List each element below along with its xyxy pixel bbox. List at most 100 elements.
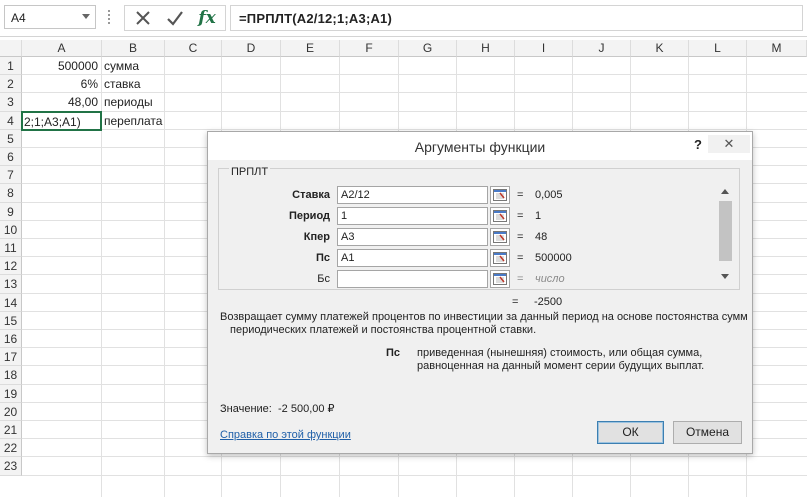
cell-a3[interactable]: 48,00	[22, 95, 98, 109]
help-link[interactable]: Справка по этой функции	[220, 429, 351, 442]
row-header[interactable]: 7	[0, 166, 22, 185]
scroll-down-icon[interactable]	[721, 274, 729, 279]
equals-sign: =	[517, 252, 524, 264]
row-header[interactable]: 8	[0, 184, 22, 203]
arg-label-period: Период	[288, 210, 330, 222]
arguments-group: ПРПЛТ Ставка A2/12 = 0,005 Период 1 = 1 …	[218, 166, 740, 290]
dialog-title: Аргументы функции	[414, 139, 546, 155]
column-header[interactable]: H	[457, 40, 515, 57]
collapse-dialog-icon[interactable]	[490, 249, 510, 267]
collapse-dialog-icon[interactable]	[490, 186, 510, 204]
column-header[interactable]: I	[515, 40, 573, 57]
column-header[interactable]: L	[689, 40, 747, 57]
cancel-button[interactable]: Отмена	[673, 421, 742, 444]
arg-label-pv: Пс	[315, 252, 330, 264]
arg-help-line-1: приведенная (нынешняя) стоимость, или об…	[417, 347, 703, 359]
row-header[interactable]: 2	[0, 75, 22, 94]
row-header[interactable]: 18	[0, 366, 22, 385]
row-header[interactable]: 4	[0, 111, 22, 130]
column-header[interactable]: G	[399, 40, 457, 57]
collapse-dialog-icon[interactable]	[490, 207, 510, 225]
equals-sign: =	[517, 231, 524, 243]
close-button[interactable]: ✕	[708, 135, 750, 153]
column-header[interactable]: M	[747, 40, 807, 57]
column-header[interactable]: C	[165, 40, 222, 57]
column-header[interactable]: D	[222, 40, 281, 57]
arg-help-name: Пс	[386, 347, 401, 359]
close-icon: ✕	[723, 136, 735, 151]
arg-input-fv[interactable]	[337, 270, 488, 288]
arg-input-rate[interactable]: A2/12	[337, 186, 488, 204]
column-header[interactable]: B	[102, 40, 165, 57]
cell-b4[interactable]: переплата	[104, 114, 162, 128]
row-header[interactable]: 13	[0, 275, 22, 294]
row-header[interactable]: 12	[0, 257, 22, 276]
arg-input-pv[interactable]: A1	[337, 249, 488, 267]
column-header[interactable]: A	[22, 40, 102, 57]
column-header[interactable]: K	[631, 40, 689, 57]
row-header[interactable]: 1	[0, 57, 22, 76]
formula-input[interactable]: =ПРПЛТ(A2/12;1;A3;A1)	[230, 5, 803, 31]
cancel-icon[interactable]	[127, 6, 159, 30]
row-header[interactable]: 23	[0, 457, 22, 476]
function-name-label: ПРПЛТ	[229, 166, 271, 178]
cell-a2[interactable]: 6%	[22, 77, 98, 91]
column-header[interactable]: J	[573, 40, 631, 57]
row-header[interactable]: 22	[0, 439, 22, 458]
scroll-thumb[interactable]	[719, 201, 732, 261]
function-arguments-dialog: Аргументы функции ? ✕ ПРПЛТ Ставка A2/12…	[207, 131, 753, 454]
cell-b2[interactable]: ставка	[104, 77, 141, 91]
cell-a4-edit-text: 2;1;A3;A1)	[24, 115, 81, 129]
row-header[interactable]: 11	[0, 239, 22, 258]
row-header[interactable]: 21	[0, 421, 22, 440]
row-header[interactable]: 3	[0, 93, 22, 112]
formula-text: =ПРПЛТ(A2/12;1;A3;A1)	[239, 11, 393, 26]
row-header[interactable]: 16	[0, 330, 22, 349]
insert-function-icon[interactable]: fx	[191, 6, 223, 30]
cell-b3[interactable]: периоды	[104, 95, 153, 109]
row-header[interactable]: 15	[0, 311, 22, 330]
arg-input-period[interactable]: 1	[337, 207, 488, 225]
row-header[interactable]: 9	[0, 202, 22, 221]
dialog-title-bar[interactable]: Аргументы функции ? ✕	[208, 132, 752, 160]
cell-b1[interactable]: сумма	[104, 59, 139, 73]
gridline	[22, 474, 807, 476]
formula-bar: A4 fx =ПРПЛТ(A2/12;1;A3;A1)	[0, 0, 807, 37]
row-header[interactable]: 14	[0, 293, 22, 312]
select-all-corner[interactable]	[0, 40, 22, 57]
row-header[interactable]: 5	[0, 129, 22, 148]
row-header[interactable]: 20	[0, 402, 22, 421]
name-box[interactable]: A4	[4, 5, 96, 29]
chevron-down-icon[interactable]	[82, 14, 90, 19]
help-button[interactable]: ?	[688, 135, 708, 155]
gridline	[22, 128, 807, 130]
collapse-dialog-icon[interactable]	[490, 270, 510, 288]
equals-sign: =	[517, 210, 524, 222]
arg-result-nper: 48	[535, 231, 548, 243]
gridline	[22, 456, 807, 458]
gridline	[22, 110, 807, 112]
active-cell-a4[interactable]: 2;1;A3;A1)	[21, 111, 102, 131]
row-header[interactable]: 19	[0, 384, 22, 403]
column-header[interactable]: E	[281, 40, 340, 57]
collapse-dialog-icon[interactable]	[490, 228, 510, 246]
row-header[interactable]: 6	[0, 148, 22, 167]
confirm-icon[interactable]	[159, 6, 191, 30]
row-header[interactable]: 17	[0, 348, 22, 367]
formula-buttons: fx	[124, 5, 226, 31]
arguments-scrollbar[interactable]	[718, 185, 733, 283]
formula-result: -2500	[534, 296, 563, 308]
drag-handle-icon[interactable]	[108, 10, 110, 26]
gridline	[164, 57, 165, 497]
scroll-up-icon[interactable]	[721, 189, 729, 194]
name-box-value: A4	[11, 11, 26, 25]
column-header[interactable]: F	[340, 40, 399, 57]
arg-result-pv: 500000	[535, 252, 572, 264]
arg-result-period: 1	[535, 210, 542, 222]
row-header[interactable]: 10	[0, 220, 22, 239]
arg-result-fv-placeholder: число	[535, 273, 565, 285]
arg-input-nper[interactable]: A3	[337, 228, 488, 246]
ok-button[interactable]: ОК	[597, 421, 664, 444]
value-result: -2 500,00 ₽	[278, 403, 335, 415]
cell-a1[interactable]: 500000	[22, 59, 98, 73]
